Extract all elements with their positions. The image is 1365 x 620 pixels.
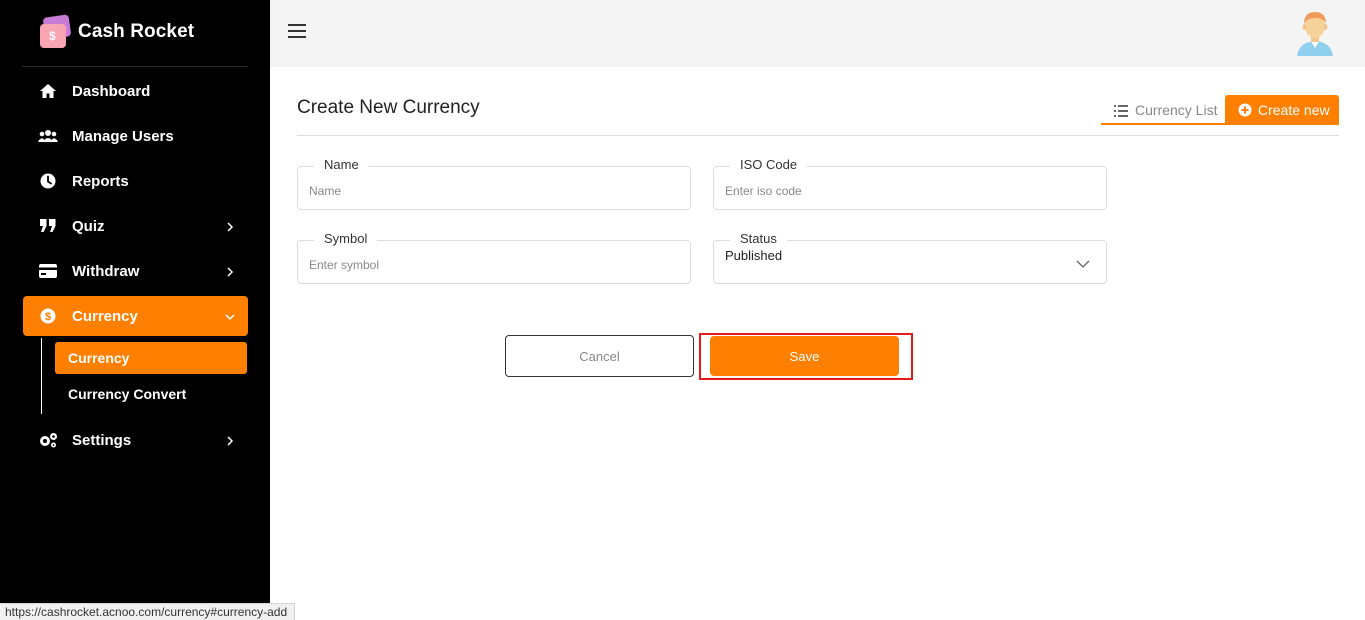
gears-icon xyxy=(38,430,58,450)
brand-name: Cash Rocket xyxy=(78,21,195,42)
sidebar-item-settings[interactable]: Settings xyxy=(23,420,248,460)
submenu-line xyxy=(41,338,42,414)
sidebar-item-reports[interactable]: Reports xyxy=(23,161,248,201)
users-icon xyxy=(38,126,58,146)
sidebar-item-label: Settings xyxy=(72,431,132,449)
name-label: Name xyxy=(314,157,369,172)
cash-rocket-logo-icon xyxy=(40,14,72,48)
iso-code-field: ISO Code xyxy=(713,157,1107,210)
menu-toggle-icon[interactable] xyxy=(288,24,306,40)
chevron-right-icon xyxy=(224,220,236,232)
sidebar-subitem-currency[interactable]: Currency xyxy=(55,342,247,374)
clock-icon xyxy=(38,171,58,191)
sidebar-item-label: Quiz xyxy=(72,217,105,235)
sidebar-item-dashboard[interactable]: Dashboard xyxy=(23,71,248,111)
sidebar-item-label: Withdraw xyxy=(72,262,140,280)
tab-currency-list[interactable]: Currency List xyxy=(1101,96,1225,125)
sidebar: Cash Rocket Dashboard Manage Users Repor… xyxy=(0,0,270,620)
status-bar-url: https://cashrocket.acnoo.com/currency#cu… xyxy=(0,603,296,620)
chevron-down-icon xyxy=(1076,256,1090,268)
status-select[interactable]: Status Published xyxy=(713,231,1107,284)
sidebar-item-withdraw[interactable]: Withdraw xyxy=(23,251,248,291)
sidebar-item-label: Manage Users xyxy=(72,127,174,145)
divider xyxy=(297,135,1339,136)
symbol-field: Symbol xyxy=(297,231,691,284)
sidebar-subitem-currency-convert[interactable]: Currency Convert xyxy=(55,378,247,410)
symbol-label: Symbol xyxy=(314,231,378,246)
symbol-input[interactable] xyxy=(298,241,690,283)
sidebar-item-label: Reports xyxy=(72,172,129,190)
name-input[interactable] xyxy=(298,167,690,209)
iso-code-input[interactable] xyxy=(714,167,1106,209)
sidebar-item-label: Currency xyxy=(72,307,138,325)
brand[interactable]: Cash Rocket xyxy=(40,14,195,48)
cancel-button[interactable]: Cancel xyxy=(505,335,694,377)
quote-icon xyxy=(38,216,58,236)
chevron-right-icon xyxy=(224,434,236,446)
sidebar-item-quiz[interactable]: Quiz xyxy=(23,206,248,246)
svg-text:$: $ xyxy=(45,311,51,323)
page-title: Create New Currency xyxy=(297,97,480,118)
status-value: Published xyxy=(725,248,783,263)
tab-label: Currency List xyxy=(1135,101,1218,118)
credit-card-icon xyxy=(38,261,58,281)
name-field: Name xyxy=(297,157,691,210)
chevron-right-icon xyxy=(224,265,236,277)
topbar xyxy=(270,0,1365,67)
status-label: Status xyxy=(730,231,787,246)
home-icon xyxy=(38,81,58,101)
user-avatar[interactable] xyxy=(1295,10,1335,56)
tab-label: Create new xyxy=(1258,102,1330,118)
list-icon xyxy=(1114,104,1128,117)
divider xyxy=(22,66,248,67)
sidebar-item-manage-users[interactable]: Manage Users xyxy=(23,116,248,156)
plus-circle-icon xyxy=(1238,103,1252,117)
chevron-down-icon xyxy=(224,310,236,322)
save-button[interactable]: Save xyxy=(710,336,899,376)
dollar-circle-icon: $ xyxy=(38,306,58,326)
sidebar-item-label: Dashboard xyxy=(72,82,151,100)
tab-create-new[interactable]: Create new xyxy=(1225,95,1339,125)
iso-code-label: ISO Code xyxy=(730,157,808,172)
sidebar-item-currency[interactable]: $ Currency xyxy=(23,296,248,336)
